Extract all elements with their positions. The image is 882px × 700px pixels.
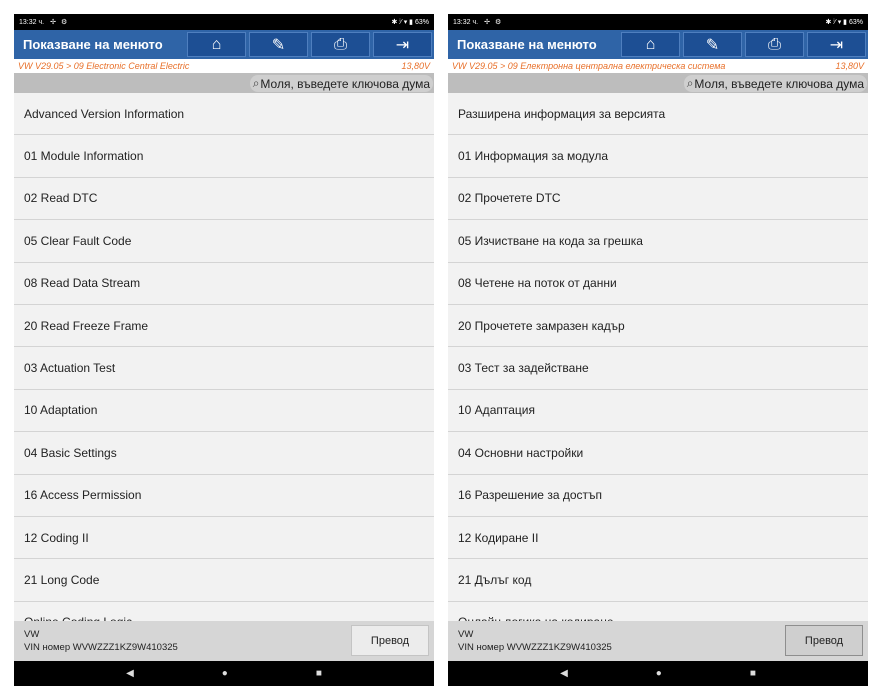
menu-item[interactable]: 02 Прочетете DTC: [448, 177, 868, 221]
home-icon: ⌂: [211, 35, 222, 53]
menu-item[interactable]: 08 Четене на поток от данни: [448, 262, 868, 305]
menu-item[interactable]: 10 Adaptation: [14, 389, 434, 433]
menu-item[interactable]: 03 Тест за задействане: [448, 347, 868, 390]
menu-item[interactable]: Разширена информация за версията: [448, 93, 868, 136]
menu-item[interactable]: 20 Прочетете замразен кадър: [448, 304, 868, 348]
status-time: 13:32 ч.: [453, 18, 479, 26]
status-bar: 13:32 ч. ✢ ⚙ ✱ ⁱ⁄ ▾ ▮ 63%: [448, 14, 868, 30]
vin-number: VIN номер WVWZZZ1KZ9W410325: [458, 642, 612, 653]
usb-icon: ✢: [50, 19, 56, 26]
status-bar: 13:32 ч. ✢ ⚙ ✱ ⁱ⁄ ▾ ▮ 63%: [14, 14, 434, 30]
search-row: ⌕ Моля, въведете ключова дума: [448, 73, 868, 93]
settings-notification-icon: ⚙: [494, 19, 502, 26]
battery-voltage: 13,80V: [401, 61, 430, 71]
vehicle-make: VW: [458, 629, 474, 640]
usb-icon: ✢: [484, 19, 490, 26]
battery-status: ✱ ⁱ⁄ ▾ ▮ 63%: [391, 19, 429, 26]
menu-item[interactable]: 04 Basic Settings: [14, 432, 434, 475]
android-nav-bar: ◀ ● ■: [14, 661, 434, 686]
settings-notification-icon: ⚙: [60, 19, 68, 26]
title-bar: Показване на менюто ⌂ ✎ ⎙ ⇥: [14, 30, 434, 59]
menu-item[interactable]: 20 Read Freeze Frame: [14, 304, 434, 348]
vehicle-footer: VW VIN номер WVWZZZ1KZ9W410325 Превод: [448, 621, 868, 661]
search-placeholder: Моля, въведете ключова дума: [260, 76, 430, 91]
search-input[interactable]: ⌕ Моля, въведете ключова дума: [249, 75, 433, 92]
menu-item[interactable]: 02 Read DTC: [14, 177, 434, 221]
edit-report-icon: ✎: [271, 36, 286, 54]
menu-item[interactable]: 04 Основни настройки: [448, 432, 868, 475]
search-input[interactable]: ⌕ Моля, въведете ключова дума: [683, 75, 867, 92]
menu-item[interactable]: 01 Module Information: [14, 135, 434, 178]
print-button[interactable]: ⎙: [745, 32, 804, 57]
menu-item[interactable]: 21 Дълъг код: [448, 559, 868, 602]
back-icon[interactable]: ◀: [560, 668, 568, 679]
menu-item[interactable]: 21 Long Code: [14, 559, 434, 602]
vehicle-info: VW VIN номер WVWZZZ1KZ9W410325: [458, 628, 612, 654]
battery-voltage: 13,80V: [835, 61, 864, 71]
menu-item[interactable]: 05 Clear Fault Code: [14, 220, 434, 263]
menu-item[interactable]: 10 Адаптация: [448, 389, 868, 433]
title-bar: Показване на менюто ⌂ ✎ ⎙ ⇥: [448, 30, 868, 59]
print-button[interactable]: ⎙: [311, 32, 370, 57]
status-time: 13:32 ч.: [19, 18, 45, 26]
menu-item[interactable]: 12 Coding II: [14, 516, 434, 560]
print-icon: ⎙: [334, 35, 347, 53]
edit-report-button[interactable]: ✎: [683, 32, 742, 57]
battery-status: ✱ ⁱ⁄ ▾ ▮ 63%: [825, 19, 863, 26]
search-icon: ⌕: [686, 76, 694, 90]
menu-item[interactable]: Онлайн логика на кодиране: [448, 601, 868, 621]
menu-list: Advanced Version Information 01 Module I…: [14, 93, 434, 621]
menu-item[interactable]: 16 Разрешение за достъп: [448, 474, 868, 517]
exit-icon: ⇥: [829, 36, 844, 54]
menu-item[interactable]: 12 Кодиране II: [448, 516, 868, 560]
phone-screen-english: 13:32 ч. ✢ ⚙ ✱ ⁱ⁄ ▾ ▮ 63% Показване на м…: [14, 14, 434, 686]
exit-icon: ⇥: [395, 36, 410, 54]
search-placeholder: Моля, въведете ключова дума: [694, 76, 864, 91]
menu-item[interactable]: 05 Изчистване на кода за грешка: [448, 220, 868, 263]
home-icon: ⌂: [645, 35, 656, 53]
home-nav-icon[interactable]: ●: [656, 668, 662, 679]
page-title: Показване на менюто: [23, 37, 163, 52]
vehicle-info: VW VIN номер WVWZZZ1KZ9W410325: [24, 628, 178, 654]
breadcrumb-path: VW V29.05 > 09 Електронна централна елек…: [452, 61, 726, 71]
breadcrumb: VW V29.05 > 09 Electronic Central Electr…: [14, 59, 434, 73]
exit-button[interactable]: ⇥: [373, 32, 432, 57]
menu-item[interactable]: Online Coding Logic: [14, 601, 434, 621]
menu-item[interactable]: Advanced Version Information: [14, 93, 434, 136]
menu-item[interactable]: 08 Read Data Stream: [14, 262, 434, 305]
recents-icon[interactable]: ■: [750, 668, 756, 679]
edit-report-icon: ✎: [705, 36, 720, 54]
phone-screen-bulgarian: 13:32 ч. ✢ ⚙ ✱ ⁱ⁄ ▾ ▮ 63% Показване на м…: [448, 14, 868, 686]
search-row: ⌕ Моля, въведете ключова дума: [14, 73, 434, 93]
breadcrumb-path: VW V29.05 > 09 Electronic Central Electr…: [18, 61, 190, 71]
exit-button[interactable]: ⇥: [807, 32, 866, 57]
home-button[interactable]: ⌂: [187, 32, 246, 57]
menu-item[interactable]: 01 Информация за модула: [448, 135, 868, 178]
recents-icon[interactable]: ■: [316, 668, 322, 679]
menu-item[interactable]: 16 Access Permission: [14, 474, 434, 517]
android-nav-bar: ◀ ● ■: [448, 661, 868, 686]
home-button[interactable]: ⌂: [621, 32, 680, 57]
vehicle-footer: VW VIN номер WVWZZZ1KZ9W410325 Превод: [14, 621, 434, 661]
vehicle-make: VW: [24, 629, 40, 640]
vin-number: VIN номер WVWZZZ1KZ9W410325: [24, 642, 178, 653]
search-icon: ⌕: [252, 76, 260, 90]
back-icon[interactable]: ◀: [126, 668, 134, 679]
translate-button[interactable]: Превод: [785, 625, 863, 656]
menu-list: Разширена информация за версията 01 Инфо…: [448, 93, 868, 621]
edit-report-button[interactable]: ✎: [249, 32, 308, 57]
translate-button[interactable]: Превод: [351, 625, 429, 656]
home-nav-icon[interactable]: ●: [222, 668, 228, 679]
menu-item[interactable]: 03 Actuation Test: [14, 347, 434, 390]
breadcrumb: VW V29.05 > 09 Електронна централна елек…: [448, 59, 868, 73]
print-icon: ⎙: [768, 35, 781, 53]
page-title: Показване на менюто: [457, 37, 597, 52]
